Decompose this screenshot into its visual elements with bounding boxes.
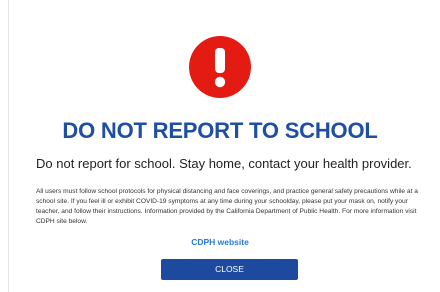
page-divider: [8, 0, 9, 292]
close-button[interactable]: CLOSE: [161, 259, 298, 280]
alert-dialog: DO NOT REPORT TO SCHOOL Do not report fo…: [0, 0, 440, 292]
alert-body-text: All users must follow school protocols f…: [36, 188, 418, 225]
alert-subtitle: Do not report for school. Stay home, con…: [36, 156, 412, 171]
alert-title: DO NOT REPORT TO SCHOOL: [62, 118, 378, 143]
exclamation-circle-icon: [189, 36, 251, 98]
cdph-website-link[interactable]: CDPH website: [0, 236, 440, 248]
